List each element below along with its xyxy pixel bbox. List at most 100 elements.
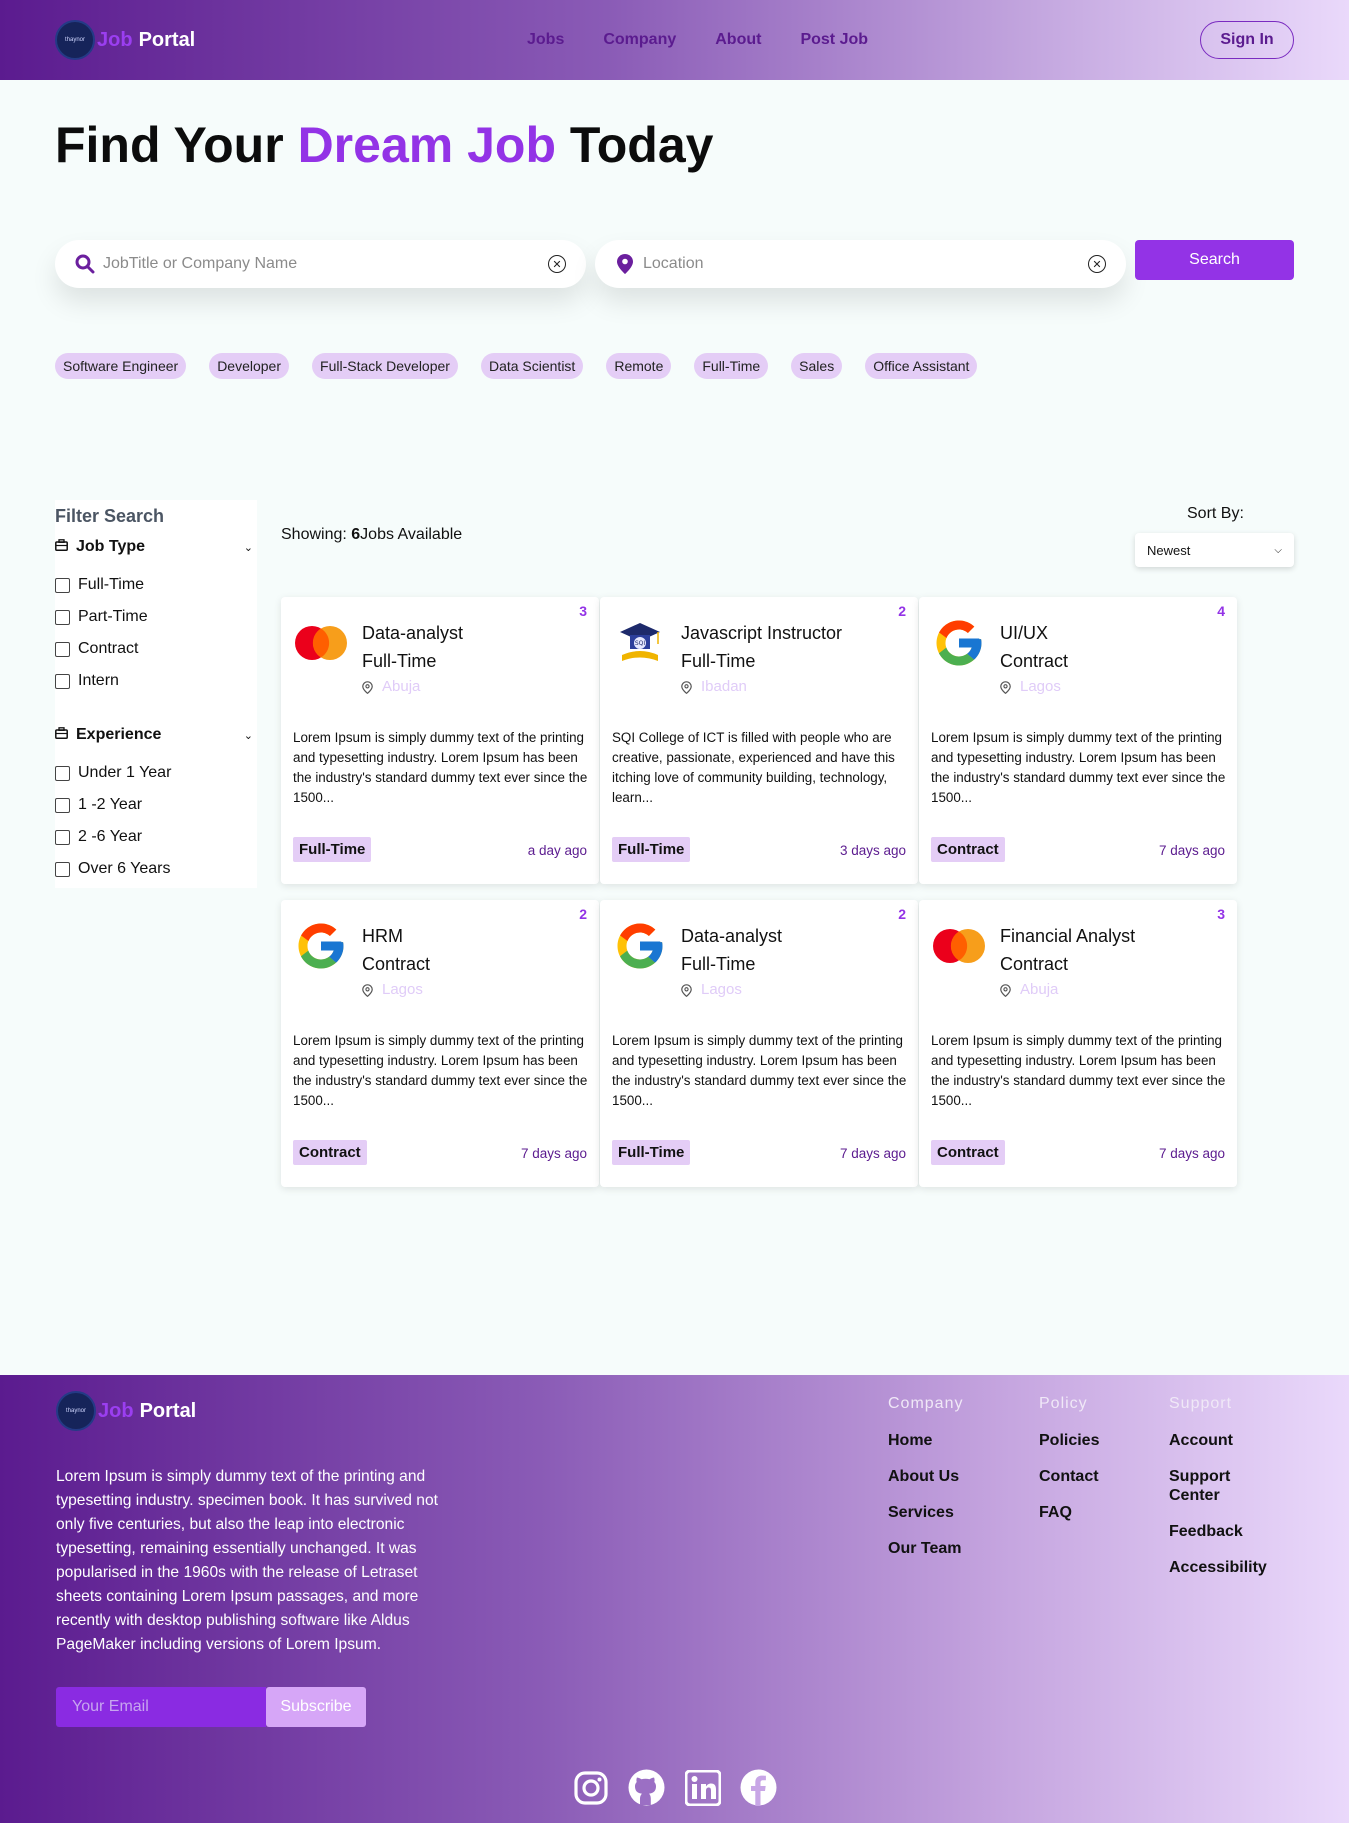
footer-link-contact[interactable]: Contact [1039, 1467, 1099, 1486]
footer-link-support-center[interactable]: Support Center [1169, 1467, 1249, 1505]
search-icon [75, 254, 95, 274]
footer-link-services[interactable]: Services [888, 1503, 963, 1522]
briefcase-icon [55, 726, 68, 744]
job-card[interactable]: 2 SQI Javascript Instructor Full-Time Ibadan… [600, 597, 918, 884]
filter-sidebar: Filter Search Job Type ⌄ Full-Time Part-… [55, 500, 257, 888]
footer-logo[interactable]: thaynor Job Portal [56, 1391, 196, 1431]
filter-option-label: Full-Time [78, 576, 145, 593]
checkbox[interactable] [55, 829, 70, 845]
job-type-toggle[interactable]: Job Type ⌄ [55, 538, 257, 556]
filter-part-time[interactable]: Part-Time [55, 608, 148, 626]
chevron-down-icon: ⌵ [1274, 544, 1282, 556]
checkbox[interactable] [55, 765, 70, 781]
job-title[interactable]: UI/UX [1000, 619, 1068, 647]
filter-2-6-year[interactable]: 2 -6 Year [55, 828, 142, 846]
logo-job-text: Job [98, 1399, 134, 1422]
location-pin-icon [615, 254, 635, 274]
google-logo [931, 615, 987, 671]
posted-time: 3 days ago [839, 843, 906, 858]
job-card[interactable]: 2 Data-analyst Full-Time Lagos Lorem Ipsum i… [600, 900, 918, 1187]
footer-link-faq[interactable]: FAQ [1039, 1503, 1099, 1522]
keyword-search-input[interactable]: JobTitle or Company Name ✕ [55, 240, 586, 288]
applicant-count: 2 [579, 906, 587, 922]
email-field[interactable]: Your Email [56, 1687, 266, 1727]
job-location: Lagos [362, 981, 423, 998]
checkbox[interactable] [55, 641, 70, 657]
filter-option-label: Part-Time [78, 608, 148, 625]
filter-full-time[interactable]: Full-Time [55, 576, 144, 594]
main-nav: Jobs Company About Post Job [527, 31, 868, 49]
job-title[interactable]: Data-analyst [362, 619, 463, 647]
footer-link-home[interactable]: Home [888, 1431, 963, 1450]
filter-option-label: Intern [78, 672, 119, 689]
checkbox[interactable] [55, 577, 70, 593]
footer-link-feedback[interactable]: Feedback [1169, 1522, 1279, 1541]
location-text: Lagos [1020, 678, 1061, 695]
tag-data-scientist[interactable]: Data Scientist [480, 353, 584, 379]
job-card[interactable]: 2 HRM Contract Lagos Lorem Ipsum is simply d… [281, 900, 599, 1187]
job-type-line: Contract [1000, 954, 1069, 974]
filter-contract[interactable]: Contract [55, 640, 138, 658]
tag-full-time[interactable]: Full-Time [694, 353, 769, 379]
job-description: SQI College of ICT is filled with people… [612, 730, 895, 805]
logo-job-text: Job [97, 28, 133, 51]
nav-post-job[interactable]: Post Job [800, 31, 868, 49]
filter-over-6-years[interactable]: Over 6 Years [55, 860, 171, 878]
checkbox[interactable] [55, 609, 70, 625]
job-type-line: Contract [362, 954, 431, 974]
job-card[interactable]: 3 Financial Analyst Contract Abuja Lorem Ips… [919, 900, 1237, 1187]
job-card[interactable]: 3 Data-analyst Full-Time Abuja Lorem Ipsum i… [281, 597, 599, 884]
site-logo[interactable]: thaynor Job Portal [55, 20, 195, 60]
job-title[interactable]: Javascript Instructor [681, 619, 842, 647]
checkbox[interactable] [55, 797, 70, 813]
footer-link-about-us[interactable]: About Us [888, 1467, 963, 1486]
checkbox[interactable] [55, 861, 70, 877]
footer-heading: Policy [1039, 1395, 1088, 1412]
tag-remote[interactable]: Remote [606, 353, 672, 379]
github-icon[interactable] [628, 1769, 665, 1806]
footer-link-our-team[interactable]: Our Team [888, 1539, 963, 1558]
clear-location-icon[interactable]: ✕ [1088, 255, 1106, 273]
job-title-block: Javascript Instructor Full-Time [681, 619, 842, 675]
job-title[interactable]: Data-analyst [681, 922, 782, 950]
clear-keyword-icon[interactable]: ✕ [548, 255, 566, 273]
footer-link-account[interactable]: Account [1169, 1431, 1279, 1450]
job-title[interactable]: Financial Analyst [1000, 922, 1135, 950]
logo-badge: thaynor [55, 20, 95, 60]
experience-toggle[interactable]: Experience ⌄ [55, 726, 257, 744]
filter-1-2-year[interactable]: 1 -2 Year [55, 796, 142, 814]
tag-sales[interactable]: Sales [791, 353, 843, 379]
job-title[interactable]: HRM [362, 922, 430, 950]
checkbox[interactable] [55, 673, 70, 689]
tag-full-stack-developer[interactable]: Full-Stack Developer [312, 353, 458, 379]
location-search-input[interactable]: Location ✕ [595, 240, 1126, 288]
facebook-icon[interactable] [740, 1769, 777, 1806]
posted-time: 7 days ago [520, 1146, 587, 1161]
job-description: Lorem Ipsum is simply dummy text of the … [293, 1033, 588, 1108]
nav-jobs[interactable]: Jobs [527, 31, 564, 49]
filter-intern[interactable]: Intern [55, 672, 119, 690]
sort-select[interactable]: Newest ⌵ [1135, 533, 1294, 567]
search-button[interactable]: Search [1135, 240, 1294, 280]
tag-office-assistant[interactable]: Office Assistant [865, 353, 978, 379]
nav-about[interactable]: About [715, 31, 761, 49]
subscribe-button[interactable]: Subscribe [266, 1687, 366, 1727]
chevron-down-icon: ⌄ [243, 729, 253, 742]
job-title-block: Financial Analyst Contract [1000, 922, 1135, 978]
applicant-count: 3 [579, 603, 587, 619]
tag-developer[interactable]: Developer [209, 353, 290, 379]
instagram-icon[interactable] [572, 1769, 609, 1806]
sort-label: Sort By: [1187, 505, 1244, 522]
keyword-placeholder: JobTitle or Company Name [103, 255, 298, 272]
job-type-line: Full-Time [681, 954, 756, 974]
footer-link-policies[interactable]: Policies [1039, 1431, 1099, 1450]
newsletter-form: Your Email Subscribe [56, 1687, 366, 1727]
popular-tags: Software Engineer Developer Full-Stack D… [55, 353, 978, 379]
filter-under-1-year[interactable]: Under 1 Year [55, 764, 171, 782]
job-card[interactable]: 4 UI/UX Contract Lagos Lorem Ipsum is simply… [919, 597, 1237, 884]
footer-link-accessibility[interactable]: Accessibility [1169, 1558, 1279, 1577]
tag-software-engineer[interactable]: Software Engineer [55, 353, 187, 379]
nav-company[interactable]: Company [603, 31, 676, 49]
sign-in-button[interactable]: Sign In [1200, 21, 1294, 59]
linkedin-icon[interactable] [684, 1769, 721, 1806]
